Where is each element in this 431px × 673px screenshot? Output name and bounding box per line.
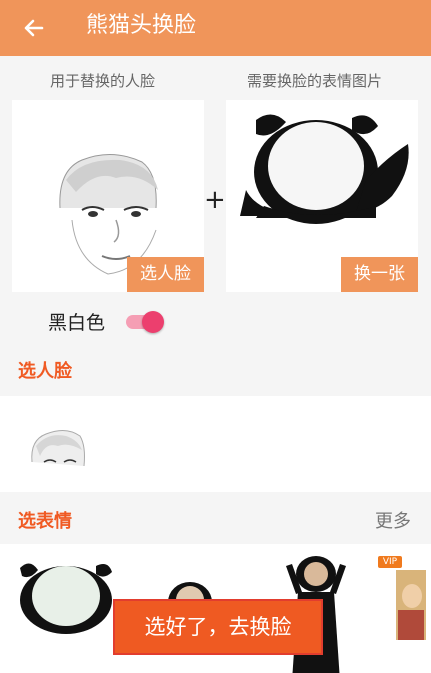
meme-column-label: 需要换脸的表情图片 (247, 72, 383, 90)
face-list (0, 396, 431, 492)
sticker-vip[interactable] (396, 570, 426, 640)
meme-preview[interactable]: 换一张 (226, 100, 418, 292)
vip-badge: VIP (378, 556, 402, 568)
change-one-button[interactable]: 换一张 (341, 257, 418, 292)
choose-face-button[interactable]: 选人脸 (127, 257, 204, 292)
black-white-label: 黑白色 (48, 312, 106, 334)
page-title: 熊猫头换脸 (86, 13, 197, 38)
back-arrow-icon[interactable] (18, 12, 50, 44)
plus-icon: + (204, 185, 226, 215)
sticker-panda-1[interactable] (16, 558, 116, 638)
face-preview[interactable]: 选人脸 (12, 100, 204, 292)
face-thumbnail[interactable] (24, 396, 104, 492)
more-link[interactable]: 更多 (375, 507, 411, 533)
black-white-toggle[interactable] (126, 311, 164, 333)
face-column-label: 用于替换的人脸 (50, 72, 156, 90)
toggle-thumb (142, 311, 164, 333)
meme-section-heading: 选表情 (18, 511, 72, 532)
face-section-heading: 选人脸 (18, 361, 72, 382)
app-header: 熊猫头换脸 (0, 0, 431, 56)
confirm-button[interactable]: 选好了，去换脸 (113, 599, 323, 655)
